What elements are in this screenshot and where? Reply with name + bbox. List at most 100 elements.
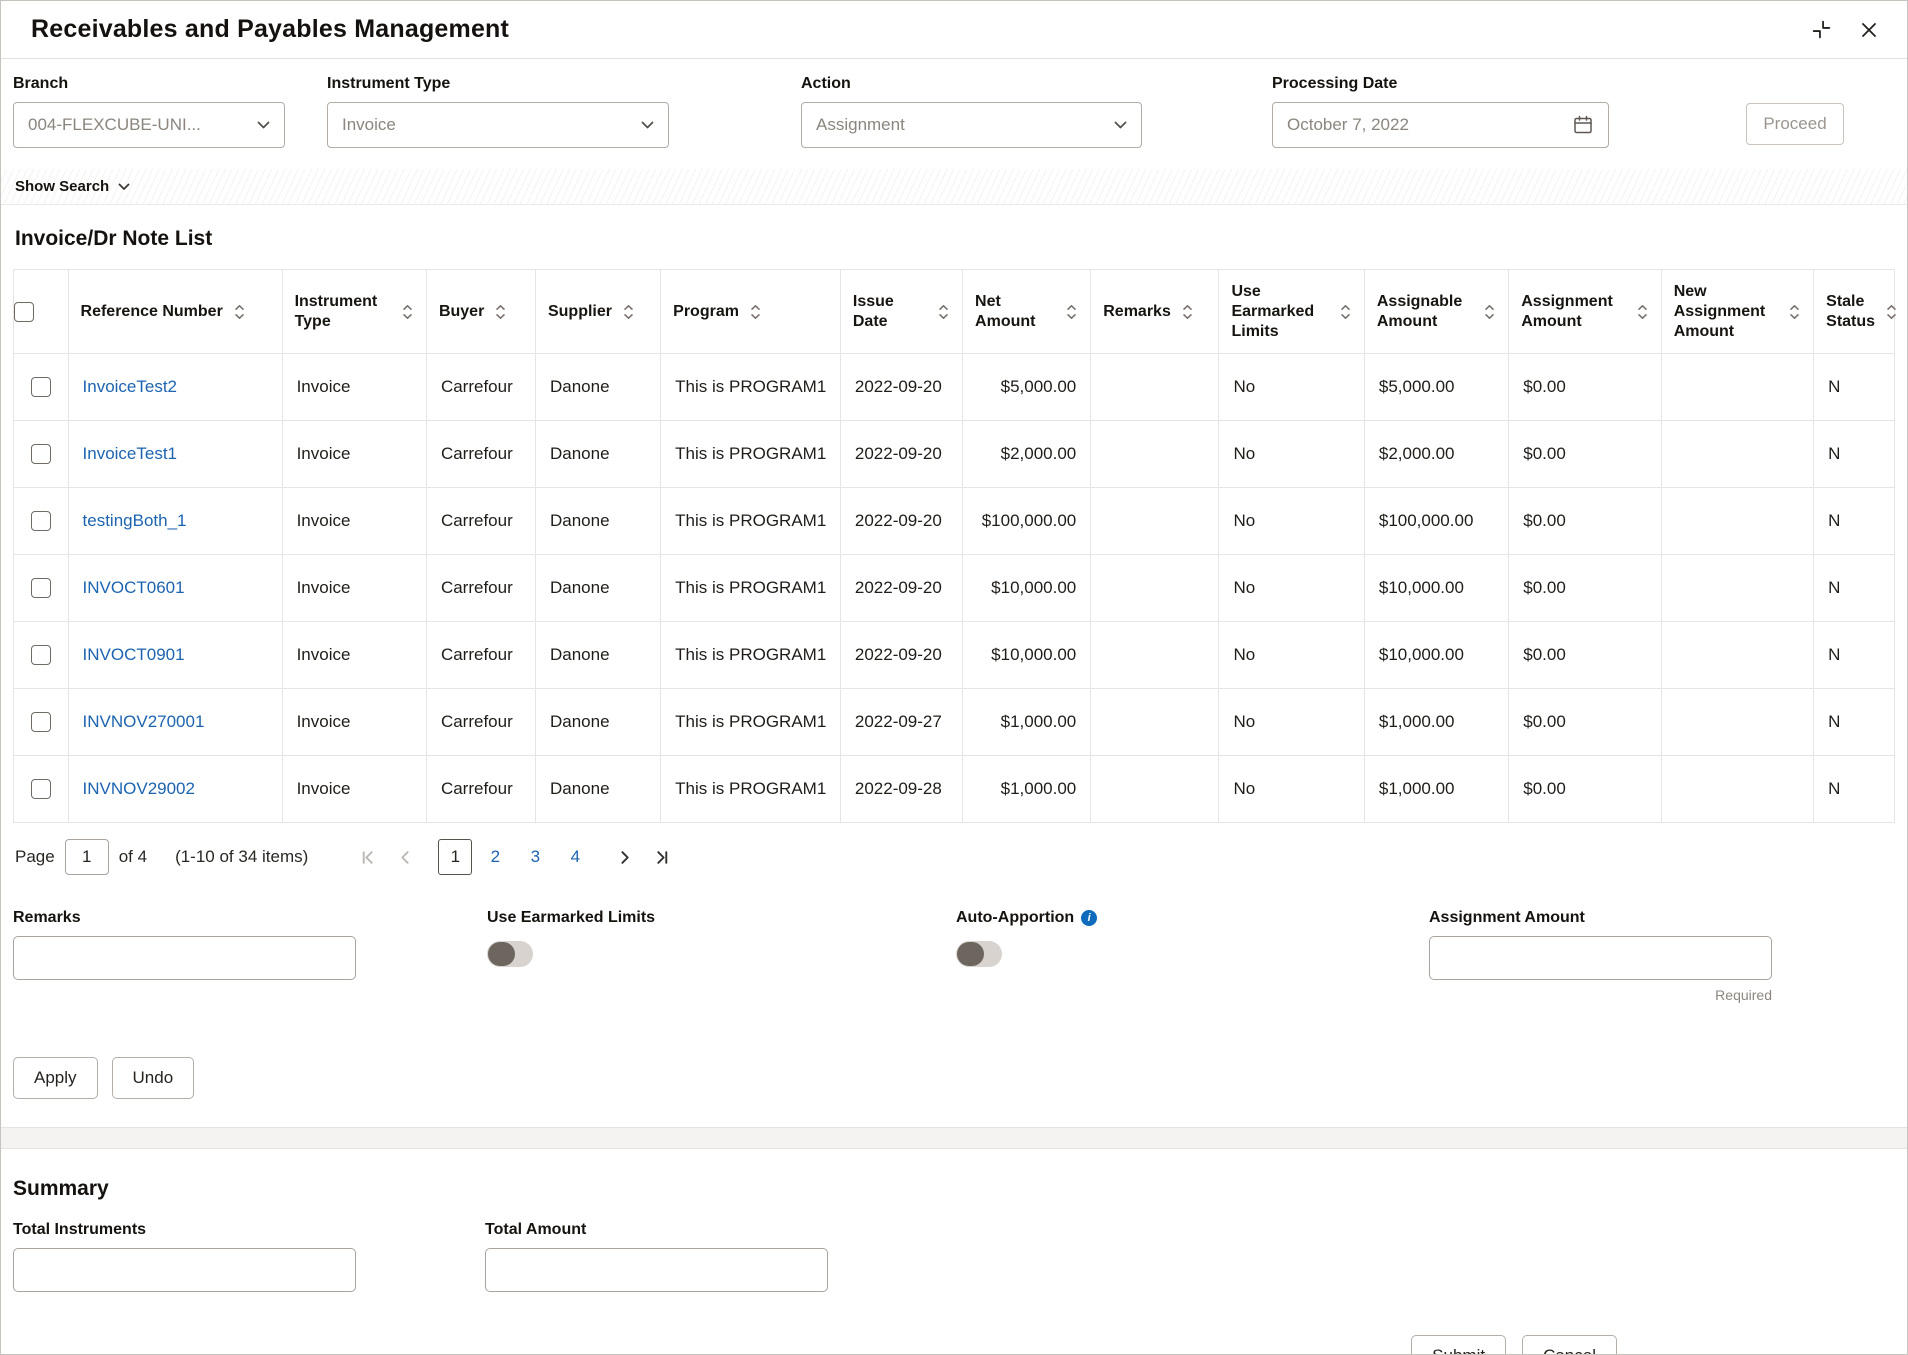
cell-instrument_type: Invoice (281, 621, 427, 689)
cell-remarks (1090, 420, 1220, 488)
row-checkbox[interactable] (30, 444, 51, 465)
cell-new_assignment (1660, 755, 1815, 823)
sort-icon[interactable] (937, 303, 950, 321)
page-number[interactable]: 3 (518, 839, 552, 875)
instrument-type-value: Invoice (342, 115, 396, 134)
cell-assignable: $10,000.00 (1363, 554, 1510, 622)
row-checkbox[interactable] (30, 712, 51, 733)
column-header-net_amount[interactable]: Net Amount (962, 269, 1092, 354)
auto-apportion-toggle[interactable] (956, 941, 1002, 967)
reference-link[interactable]: INVNOV29002 (83, 779, 195, 798)
column-header-reference[interactable]: Reference Number (67, 269, 283, 354)
show-search-toggle[interactable]: Show Search (1, 178, 130, 195)
cell-instrument_type: Invoice (281, 353, 427, 421)
row-checkbox[interactable] (30, 578, 51, 599)
sort-icon[interactable] (1065, 303, 1078, 321)
required-hint: Required (1715, 987, 1772, 1003)
sort-icon[interactable] (1339, 303, 1352, 321)
sort-icon[interactable] (233, 303, 246, 321)
auto-apportion-label: Auto-Apportion (956, 909, 1075, 926)
sort-icon[interactable] (1885, 303, 1898, 321)
undo-button[interactable]: Undo (111, 1057, 195, 1099)
sort-icon[interactable] (1636, 303, 1649, 321)
row-checkbox[interactable] (30, 511, 51, 532)
reference-link[interactable]: InvoiceTest2 (83, 377, 178, 396)
processing-date-label: Processing Date (1272, 75, 1398, 92)
select-all-checkbox[interactable] (14, 301, 34, 322)
use-earmarked-toggle[interactable] (487, 941, 533, 967)
cell-stale: N (1813, 554, 1895, 622)
total-instruments-input[interactable] (13, 1248, 356, 1292)
chevron-down-icon (257, 121, 270, 129)
calendar-icon[interactable] (1572, 114, 1594, 136)
use-earmarked-field: Use Earmarked Limits (487, 909, 655, 967)
cell-issue_date: 2022-09-20 (839, 554, 964, 622)
remarks-input[interactable] (13, 936, 356, 980)
next-page-icon[interactable] (610, 843, 639, 872)
cell-assignment: $0.00 (1508, 688, 1662, 756)
column-header-issue_date[interactable]: Issue Date (839, 269, 964, 354)
row-checkbox[interactable] (30, 779, 51, 800)
reference-link[interactable]: testingBoth_1 (83, 511, 187, 530)
sort-icon[interactable] (1181, 303, 1194, 321)
page-input[interactable] (64, 839, 109, 875)
row-select-cell (13, 554, 69, 622)
column-header-remarks[interactable]: Remarks (1090, 269, 1220, 354)
reference-link[interactable]: INVOCT0901 (83, 645, 185, 664)
chevron-down-icon (1114, 121, 1127, 129)
cell-reference: INVOCT0901 (67, 621, 283, 689)
reference-link[interactable]: INVOCT0601 (83, 578, 185, 597)
page-number[interactable]: 2 (478, 839, 512, 875)
sort-icon[interactable] (1483, 303, 1496, 321)
cell-assignment: $0.00 (1508, 353, 1662, 421)
info-icon[interactable]: i (1081, 910, 1098, 926)
column-header-new_assignment[interactable]: New Assignment Amount (1660, 269, 1815, 354)
sort-icon[interactable] (1788, 303, 1801, 321)
sort-icon[interactable] (749, 303, 762, 321)
column-label: Stale Status (1826, 292, 1876, 330)
close-icon[interactable] (1855, 16, 1883, 44)
column-header-instrument_type[interactable]: Instrument Type (281, 269, 427, 354)
submit-button[interactable]: Submit (1411, 1335, 1507, 1354)
row-select-cell (13, 621, 69, 689)
page-number-current[interactable]: 1 (438, 839, 473, 875)
branch-label: Branch (13, 75, 69, 92)
total-instruments-field: Total Instruments (13, 1221, 356, 1292)
cell-buyer: Carrefour (425, 353, 536, 421)
last-page-icon[interactable] (647, 843, 676, 872)
previous-page-icon[interactable] (391, 843, 420, 872)
processing-date-value: October 7, 2022 (1287, 115, 1409, 134)
proceed-button[interactable]: Proceed (1746, 103, 1844, 145)
action-select[interactable]: Assignment (801, 102, 1142, 148)
sort-icon[interactable] (622, 303, 635, 321)
column-header-program[interactable]: Program (660, 269, 841, 354)
column-header-stale[interactable]: Stale Status (1813, 269, 1898, 354)
column-header-supplier[interactable]: Supplier (534, 269, 662, 354)
column-header-assignment[interactable]: Assignment Amount (1508, 269, 1662, 354)
page-number[interactable]: 4 (558, 839, 592, 875)
column-header-assignable[interactable]: Assignable Amount (1363, 269, 1510, 354)
sort-icon[interactable] (401, 303, 414, 321)
apply-button[interactable]: Apply (13, 1057, 98, 1099)
branch-select[interactable]: 004-FLEXCUBE-UNI... (13, 102, 285, 148)
column-header-use_earmarked[interactable]: Use Earmarked Limits (1218, 269, 1365, 354)
instrument-type-select[interactable]: Invoice (327, 102, 669, 148)
cell-issue_date: 2022-09-20 (839, 621, 964, 689)
row-checkbox[interactable] (30, 645, 51, 666)
assignment-amount-input[interactable] (1429, 936, 1772, 980)
row-checkbox[interactable] (30, 377, 51, 398)
cell-issue_date: 2022-09-20 (839, 353, 964, 421)
reference-link[interactable]: InvoiceTest1 (83, 444, 178, 463)
cell-assignment: $0.00 (1508, 621, 1662, 689)
processing-date-field: Processing Date October 7, 2022 (1272, 75, 1609, 148)
reference-link[interactable]: INVNOV270001 (83, 712, 205, 731)
sort-icon[interactable] (494, 303, 507, 321)
cell-use_earmarked: No (1218, 420, 1365, 488)
processing-date-input[interactable]: October 7, 2022 (1272, 102, 1609, 148)
cancel-button[interactable]: Cancel (1522, 1335, 1617, 1354)
resize-icon[interactable] (1806, 14, 1837, 45)
first-page-icon[interactable] (354, 843, 383, 872)
total-amount-input[interactable] (485, 1248, 828, 1292)
column-header-buyer[interactable]: Buyer (425, 269, 536, 354)
cell-assignable: $100,000.00 (1363, 487, 1510, 555)
